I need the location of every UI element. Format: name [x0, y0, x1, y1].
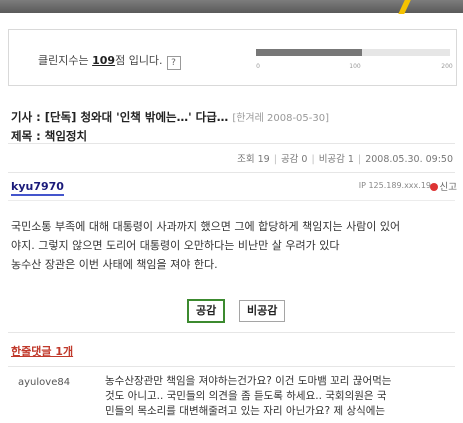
- score-prefix: 클린지수는: [38, 54, 93, 67]
- post-author[interactable]: kyu7970: [11, 180, 64, 196]
- scale-label-0: 0: [256, 63, 260, 70]
- comment-line: 농수산장관만 책임을 져야하는건가요? 이건 도마뱀 꼬리 끊어먹는: [105, 375, 392, 387]
- post-body-line: 야지. 그렇지 않으면 도리어 대통령이 오만하다는 비난만 살 우려가 있다: [11, 239, 340, 252]
- view-count: 조회 19: [237, 154, 270, 165]
- comments-title[interactable]: 한줄댓글 1개: [11, 343, 73, 359]
- post-datetime: 2008.05.30. 09:50: [365, 154, 453, 165]
- article-source: [한겨레 2008-05-30]: [232, 113, 330, 124]
- post-body-line: 국민소통 부족에 대해 대통령이 사과까지 했으면 그에 합당하게 책임지는 사…: [11, 220, 401, 233]
- article-headline-text[interactable]: 기사 : [단독] 청와대 '인책 밖에는…' 다급…: [11, 110, 228, 124]
- help-button[interactable]: ?: [166, 56, 181, 70]
- post-meta: 조회 19 | 공감 0 | 비공감 1 | 2008.05.30. 09:50: [237, 154, 453, 165]
- score-value[interactable]: 109: [92, 54, 115, 67]
- brand-accent-icon: [398, 0, 416, 13]
- divider: [8, 143, 455, 144]
- clean-score-box: 클린지수는 109점 입니다.? 0 100 200: [8, 29, 457, 86]
- report-button[interactable]: 신고: [429, 179, 457, 193]
- article-headline[interactable]: 기사 : [단독] 청와대 '인책 밖에는…' 다급… [한겨레 2008-05…: [11, 109, 329, 125]
- agree-button[interactable]: 공감: [187, 299, 226, 323]
- clean-score-text: 클린지수는 109점 입니다.?: [38, 52, 181, 70]
- disagree-button[interactable]: 비공감: [239, 300, 286, 322]
- siren-icon: [429, 183, 438, 191]
- comment-line: 민들의 목소리를 대변해줄려고 있는 자리 아닌가요? 제 상식에는: [105, 405, 386, 417]
- post-subject: 제목 : 책임정치: [11, 129, 88, 143]
- top-nav-bar: [0, 0, 463, 13]
- divider: [8, 172, 455, 173]
- post-body-line: 농수산 장관은 이번 사태에 책임을 져야 한다.: [11, 258, 218, 271]
- clean-score-bar: [256, 49, 450, 56]
- disagree-count: 비공감 1: [318, 154, 354, 165]
- score-suffix: 점 입니다.: [115, 54, 163, 67]
- divider: [8, 200, 455, 201]
- report-label[interactable]: 신고: [440, 182, 457, 193]
- agree-count: 공감 0: [280, 154, 308, 165]
- clean-score-bar-fill: [256, 49, 362, 56]
- divider: [8, 332, 455, 333]
- comment-author[interactable]: ayulove84: [18, 377, 70, 388]
- scale-label-100: 100: [349, 63, 361, 70]
- author-ip: IP 125.189.xxx.19: [358, 181, 431, 190]
- comment-text: 농수산장관만 책임을 져야하는건가요? 이건 도마뱀 꼬리 끊어먹는 것도 아니…: [105, 374, 447, 419]
- scale-label-200: 200: [441, 63, 453, 70]
- post-body: 국민소통 부족에 대해 대통령이 사과까지 했으면 그에 합당하게 책임지는 사…: [11, 217, 456, 274]
- comment-line: 것도 아니고.. 국민들의 의견을 좀 듣도록 하세요.. 국회의원은 국: [105, 390, 387, 402]
- divider: [8, 366, 455, 367]
